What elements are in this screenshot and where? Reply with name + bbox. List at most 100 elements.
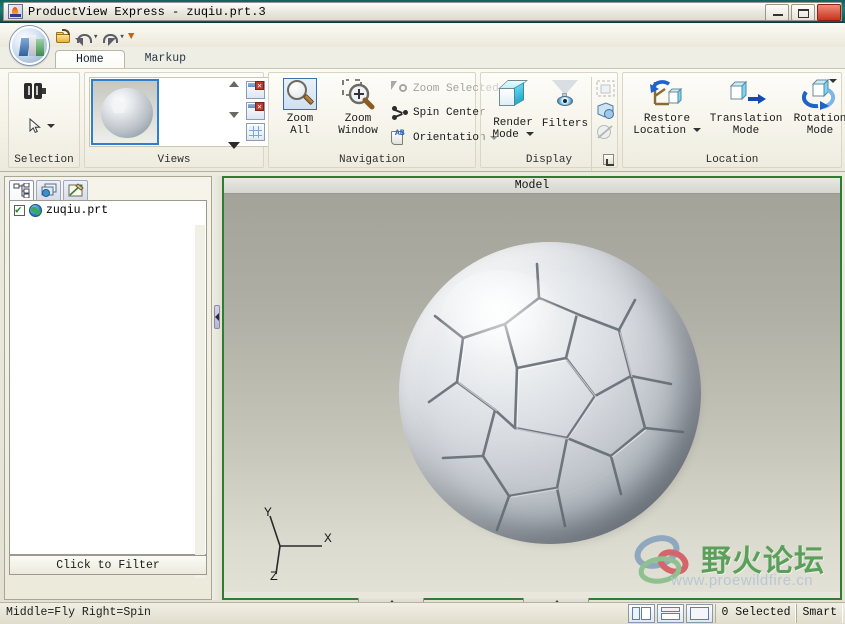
part-globe-icon bbox=[29, 204, 42, 217]
selection-mode-status: Smart bbox=[796, 604, 843, 623]
left-panel: zuqiu.prt Click to Filter bbox=[4, 176, 212, 600]
close-button[interactable] bbox=[817, 4, 841, 21]
undo-icon[interactable] bbox=[75, 30, 92, 46]
tree-item-label: zuqiu.prt bbox=[46, 204, 109, 217]
layers-tab[interactable] bbox=[36, 180, 61, 200]
ribbon-group-navigation: Zoom All Zoom Window Zoom Selected Spin … bbox=[268, 72, 499, 168]
ribbon-group-display: Render Mode Filters Display bbox=[480, 72, 618, 171]
tab-markup[interactable]: Markup bbox=[125, 50, 206, 68]
group-title-selection: Selection bbox=[14, 154, 74, 166]
redo-icon[interactable] bbox=[101, 30, 119, 46]
minimize-button[interactable] bbox=[765, 4, 789, 21]
selection-mode-button[interactable] bbox=[29, 118, 55, 134]
selection-count: 0 Selected bbox=[715, 604, 797, 623]
zoom-selected-icon bbox=[391, 81, 409, 97]
splitter-collapse-handle[interactable] bbox=[214, 305, 220, 329]
toggle-left-panel-button[interactable] bbox=[628, 604, 656, 623]
display-dialog-launcher[interactable] bbox=[603, 154, 614, 166]
location-group-more-icon[interactable] bbox=[829, 79, 837, 83]
spin-center-label: Spin Center bbox=[413, 107, 486, 119]
manage-views-icon[interactable]: ✕ bbox=[246, 102, 265, 120]
views-scroll-down-icon[interactable] bbox=[229, 111, 239, 118]
undo-dropdown-icon[interactable]: ▾ bbox=[93, 29, 98, 45]
ball-body bbox=[399, 242, 701, 544]
watermark-text: 野火论坛 bbox=[701, 544, 825, 579]
selection-mode-dropdown-icon[interactable] bbox=[47, 124, 55, 128]
ribbon: Selection ✕ ✕ Views Zoom All Zoom Window… bbox=[0, 68, 845, 172]
save-view-icon[interactable]: ✕ bbox=[246, 81, 265, 99]
tab-home[interactable]: Home bbox=[55, 50, 125, 68]
translation-mode-label-2: Mode bbox=[732, 125, 760, 137]
views-scroll-up-icon[interactable] bbox=[229, 81, 239, 87]
axis-label-z: Z bbox=[270, 569, 278, 580]
axis-label-x: X bbox=[324, 531, 332, 546]
restore-location-label-1: Restore bbox=[643, 113, 691, 125]
filters-funnel-icon bbox=[551, 80, 579, 108]
view-thumbnail[interactable] bbox=[91, 79, 159, 145]
app-icon bbox=[8, 4, 23, 19]
spin-center-button[interactable]: Spin Center bbox=[391, 105, 486, 121]
restore-location-label-2: Location bbox=[629, 125, 705, 137]
application-window: ProductView Express - zuqiu.prt.3 ▾ ▾ ▼ … bbox=[0, 0, 845, 624]
soccer-ball-model[interactable] bbox=[399, 242, 709, 552]
render-mode-label-1: Render bbox=[493, 117, 533, 129]
customize-qat-icon[interactable]: ▼ bbox=[128, 31, 135, 43]
spin-center-icon bbox=[391, 105, 409, 121]
window-title: ProductView Express - zuqiu.prt.3 bbox=[28, 4, 266, 19]
tree-scrollbar[interactable] bbox=[195, 225, 205, 578]
filters-label: Filters bbox=[541, 118, 589, 130]
coordinate-triad: Y X Z bbox=[254, 504, 340, 580]
restore-button[interactable] bbox=[791, 4, 815, 21]
view-grid-icon[interactable] bbox=[246, 123, 265, 141]
zoom-all-icon bbox=[286, 80, 316, 110]
viewport-title: Model bbox=[224, 178, 840, 194]
translation-mode-button[interactable]: Translation Mode bbox=[707, 78, 785, 137]
markup-tab[interactable] bbox=[63, 180, 88, 200]
zoom-window-button[interactable]: Zoom Window bbox=[327, 78, 389, 137]
translation-mode-label-1: Translation bbox=[709, 113, 783, 125]
restore-location-button[interactable]: Restore Location bbox=[629, 78, 705, 137]
structure-tree-tab[interactable] bbox=[9, 180, 34, 200]
toggle-right-panel-button[interactable] bbox=[686, 604, 714, 623]
orientation-icon: AB bbox=[391, 129, 409, 146]
restore-location-dropdown-icon[interactable] bbox=[692, 128, 701, 133]
filter-button[interactable]: Click to Filter bbox=[9, 555, 207, 575]
group-title-display: Display bbox=[525, 154, 573, 166]
filters-button[interactable]: Filters bbox=[539, 80, 591, 130]
open-folder-icon[interactable] bbox=[55, 29, 72, 45]
redo-dropdown-icon[interactable]: ▾ bbox=[119, 29, 124, 45]
group-title-views: Views bbox=[157, 154, 191, 166]
render-mode-dropdown-icon[interactable] bbox=[525, 132, 534, 137]
rotation-mode-label-1: Rotation bbox=[793, 113, 845, 125]
hidden-line-icon[interactable] bbox=[595, 123, 616, 142]
tree-item-checkbox[interactable] bbox=[14, 203, 25, 217]
ribbon-group-views: ✕ ✕ Views bbox=[84, 72, 269, 168]
tree-item-zuqiu[interactable]: zuqiu.prt bbox=[10, 201, 206, 217]
clip-plane-icon[interactable] bbox=[595, 101, 616, 120]
zoom-all-button[interactable]: Zoom All bbox=[273, 78, 327, 137]
ball-panel-seams bbox=[427, 262, 685, 532]
model-viewport[interactable]: Y X Z 野火论坛 www.proewildfire.cn bbox=[224, 194, 840, 592]
model-tree[interactable]: zuqiu.prt bbox=[9, 200, 207, 578]
views-more-icon[interactable] bbox=[228, 142, 240, 149]
status-hints: Middle=Fly Right=Spin bbox=[6, 606, 151, 619]
transparency-icon[interactable] bbox=[595, 79, 616, 98]
thumbnail-ball-image bbox=[101, 88, 153, 138]
zoom-window-icon bbox=[342, 79, 375, 110]
panel-splitter[interactable] bbox=[212, 176, 222, 600]
window-controls bbox=[763, 4, 841, 21]
status-right: 0 Selected Smart bbox=[628, 604, 843, 623]
group-title-location: Location bbox=[705, 154, 759, 166]
zoom-all-label-1: Zoom bbox=[286, 113, 314, 125]
views-scroll-controls bbox=[226, 81, 242, 149]
application-menu-orb[interactable] bbox=[10, 26, 49, 65]
rotation-mode-button[interactable]: Rotation Mode bbox=[787, 78, 845, 137]
render-mode-label-2: Mode bbox=[487, 129, 539, 141]
toggle-bottom-panel-button[interactable] bbox=[657, 604, 685, 623]
select-cursor-icon bbox=[29, 118, 43, 134]
ribbon-tabs: Home Markup bbox=[55, 50, 206, 68]
render-mode-button[interactable]: Render Mode bbox=[487, 80, 539, 141]
left-panel-tabs bbox=[9, 180, 88, 200]
zoom-all-label-2: All bbox=[290, 125, 310, 137]
views-gallery[interactable]: ✕ ✕ bbox=[89, 77, 269, 149]
